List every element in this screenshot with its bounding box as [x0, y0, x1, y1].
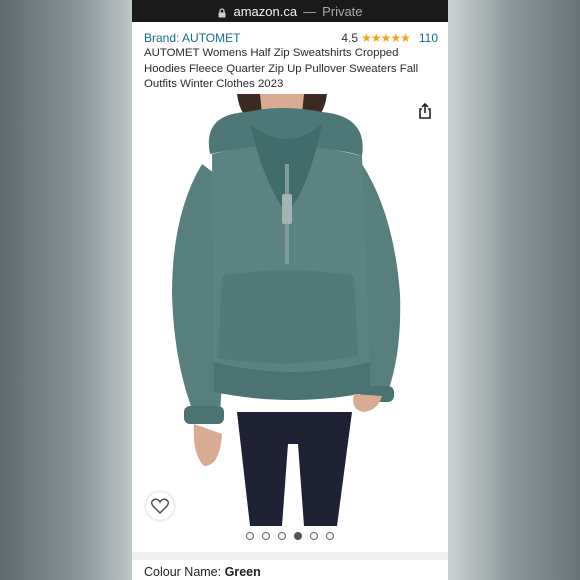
colour-value: Green: [224, 565, 261, 579]
brand-rating-row: Brand: AUTOMET 4.5 ★★★★★ 110: [144, 30, 438, 46]
url-domain: amazon.ca: [233, 3, 298, 19]
brand-link[interactable]: Brand: AUTOMET: [144, 31, 240, 45]
url-separator: —: [303, 3, 317, 19]
browser-url-bar[interactable]: amazon.ca — Private: [132, 0, 448, 22]
gallery-dot[interactable]: [278, 532, 286, 540]
section-divider: [132, 552, 448, 560]
gallery-pagination[interactable]: [132, 532, 448, 542]
rating-stars-icon: ★★★★★: [361, 31, 411, 45]
rating-value: 4.5: [341, 31, 359, 45]
gallery-dot[interactable]: [294, 532, 302, 540]
gallery-dot[interactable]: [310, 532, 318, 540]
gallery-dot[interactable]: [246, 532, 254, 540]
product-image-gallery[interactable]: [132, 94, 448, 526]
phone-screen: amazon.ca — Private Brand: AUTOMET 4.5 ★…: [132, 0, 448, 580]
heart-icon[interactable]: [146, 492, 174, 520]
colour-selection: Colour Name: Green: [144, 565, 261, 579]
rating-count[interactable]: 110: [419, 31, 438, 45]
gallery-dot[interactable]: [262, 532, 270, 540]
product-image: [172, 94, 401, 526]
gallery-dot[interactable]: [326, 532, 334, 540]
lock-icon: [217, 6, 227, 18]
share-icon[interactable]: [416, 102, 434, 120]
colour-label: Colour Name:: [144, 565, 222, 579]
private-mode-label: Private: [322, 3, 363, 19]
product-title: AUTOMET Womens Half Zip Sweatshirts Crop…: [144, 47, 419, 90]
rating-summary[interactable]: 4.5 ★★★★★ 110: [341, 31, 438, 45]
